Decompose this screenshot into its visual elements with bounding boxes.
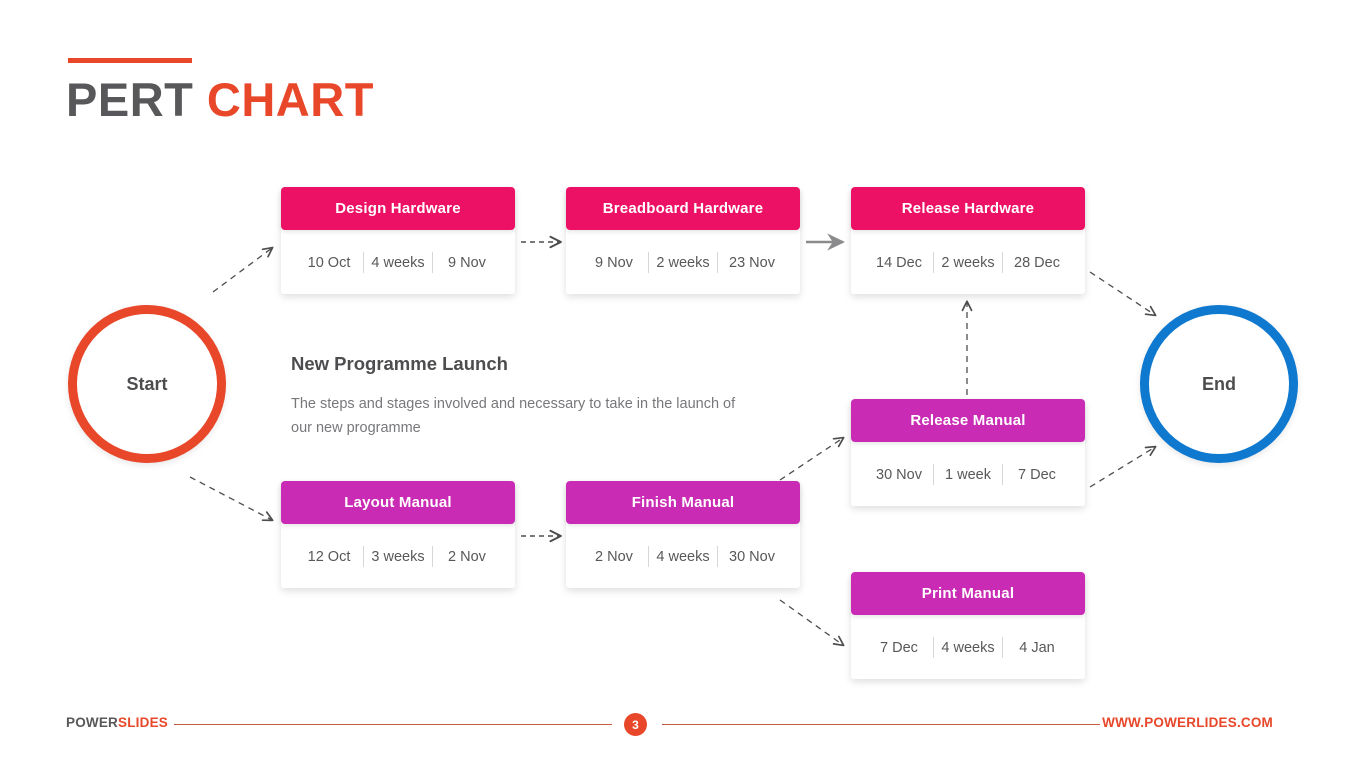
task-start-date: 9 Nov xyxy=(595,254,633,271)
task-finish-date: 30 Nov xyxy=(729,548,775,565)
task-start-date: 2 Nov xyxy=(595,548,633,565)
task-body: 2 Nov 4 weeks 30 Nov xyxy=(566,525,800,588)
task-header: Design Hardware xyxy=(281,187,515,230)
task-card-design-hardware[interactable]: Design Hardware 10 Oct 4 weeks 9 Nov xyxy=(281,187,515,294)
task-body: 9 Nov 2 weeks 23 Nov xyxy=(566,231,800,294)
footer-url[interactable]: WWW.POWERLIDES.COM xyxy=(1102,715,1273,730)
page-title-primary: PERT xyxy=(66,73,207,126)
task-body: 10 Oct 4 weeks 9 Nov xyxy=(281,231,515,294)
task-header: Breadboard Hardware xyxy=(566,187,800,230)
edge-release-hardware-to-end xyxy=(1089,271,1157,317)
edge-start-to-layout-manual xyxy=(189,476,274,522)
task-finish-date: 2 Nov xyxy=(448,548,486,565)
start-node[interactable]: Start xyxy=(68,305,226,463)
task-finish-date: 7 Dec xyxy=(1018,466,1056,483)
task-finish-date: 28 Dec xyxy=(1014,254,1060,271)
task-meta: 30 Nov 1 week 7 Dec xyxy=(865,464,1071,485)
task-body: 12 Oct 3 weeks 2 Nov xyxy=(281,525,515,588)
task-duration: 1 week xyxy=(945,466,991,483)
page-title: PERT CHART xyxy=(66,70,374,130)
task-body: 30 Nov 1 week 7 Dec xyxy=(851,443,1085,506)
footer-rule-left xyxy=(174,724,612,725)
task-card-layout-manual[interactable]: Layout Manual 12 Oct 3 weeks 2 Nov xyxy=(281,481,515,588)
task-card-finish-manual[interactable]: Finish Manual 2 Nov 4 weeks 30 Nov xyxy=(566,481,800,588)
task-finish-date: 23 Nov xyxy=(729,254,775,271)
task-card-breadboard-hardware[interactable]: Breadboard Hardware 9 Nov 2 weeks 23 Nov xyxy=(566,187,800,294)
start-node-label: Start xyxy=(126,373,168,394)
end-node-label: End xyxy=(1202,373,1236,394)
task-duration: 2 weeks xyxy=(656,254,710,271)
task-finish-date: 4 Jan xyxy=(1019,639,1055,656)
task-duration: 4 weeks xyxy=(656,548,710,565)
footer-rule-right xyxy=(662,724,1100,725)
task-duration: 4 weeks xyxy=(371,254,425,271)
edge-release-manual-to-end xyxy=(1089,445,1157,488)
task-start-date: 30 Nov xyxy=(876,466,922,483)
task-body: 7 Dec 4 weeks 4 Jan xyxy=(851,616,1085,679)
task-duration: 2 weeks xyxy=(941,254,995,271)
task-finish-date: 9 Nov xyxy=(448,254,486,271)
task-start-date: 7 Dec xyxy=(880,639,918,656)
task-meta: 14 Dec 2 weeks 28 Dec xyxy=(865,252,1071,273)
task-start-date: 10 Oct xyxy=(307,254,351,271)
footer-logo: POWERSLIDES xyxy=(66,715,168,730)
edge-finish-manual-to-print-manual xyxy=(779,599,845,647)
title-accent-bar xyxy=(68,58,192,63)
task-card-release-manual[interactable]: Release Manual 30 Nov 1 week 7 Dec xyxy=(851,399,1085,506)
task-header: Layout Manual xyxy=(281,481,515,524)
page-number-badge: 3 xyxy=(624,713,647,736)
task-header: Finish Manual xyxy=(566,481,800,524)
task-meta: 9 Nov 2 weeks 23 Nov xyxy=(580,252,786,273)
edge-start-to-design-hardware xyxy=(212,246,274,293)
task-card-print-manual[interactable]: Print Manual 7 Dec 4 weeks 4 Jan xyxy=(851,572,1085,679)
task-meta: 12 Oct 3 weeks 2 Nov xyxy=(295,546,501,567)
task-body: 14 Dec 2 weeks 28 Dec xyxy=(851,231,1085,294)
center-description: The steps and stages involved and necess… xyxy=(291,396,736,436)
task-header: Release Manual xyxy=(851,399,1085,442)
task-meta: 2 Nov 4 weeks 30 Nov xyxy=(580,546,786,567)
task-duration: 3 weeks xyxy=(371,548,425,565)
task-card-release-hardware[interactable]: Release Hardware 14 Dec 2 weeks 28 Dec xyxy=(851,187,1085,294)
page-title-accent: CHART xyxy=(206,73,374,126)
task-header: Release Hardware xyxy=(851,187,1085,230)
task-meta: 10 Oct 4 weeks 9 Nov xyxy=(295,252,501,273)
edge-finish-manual-to-release-manual xyxy=(779,436,845,481)
task-header: Print Manual xyxy=(851,572,1085,615)
footer-logo-primary: POWER xyxy=(66,715,119,730)
task-start-date: 14 Dec xyxy=(876,254,922,271)
center-heading: New Programme Launch xyxy=(291,353,508,374)
end-node[interactable]: End xyxy=(1140,305,1298,463)
task-meta: 7 Dec 4 weeks 4 Jan xyxy=(865,637,1071,658)
task-duration: 4 weeks xyxy=(941,639,995,656)
footer-logo-accent: SLIDES xyxy=(118,715,168,730)
task-start-date: 12 Oct xyxy=(307,548,351,565)
